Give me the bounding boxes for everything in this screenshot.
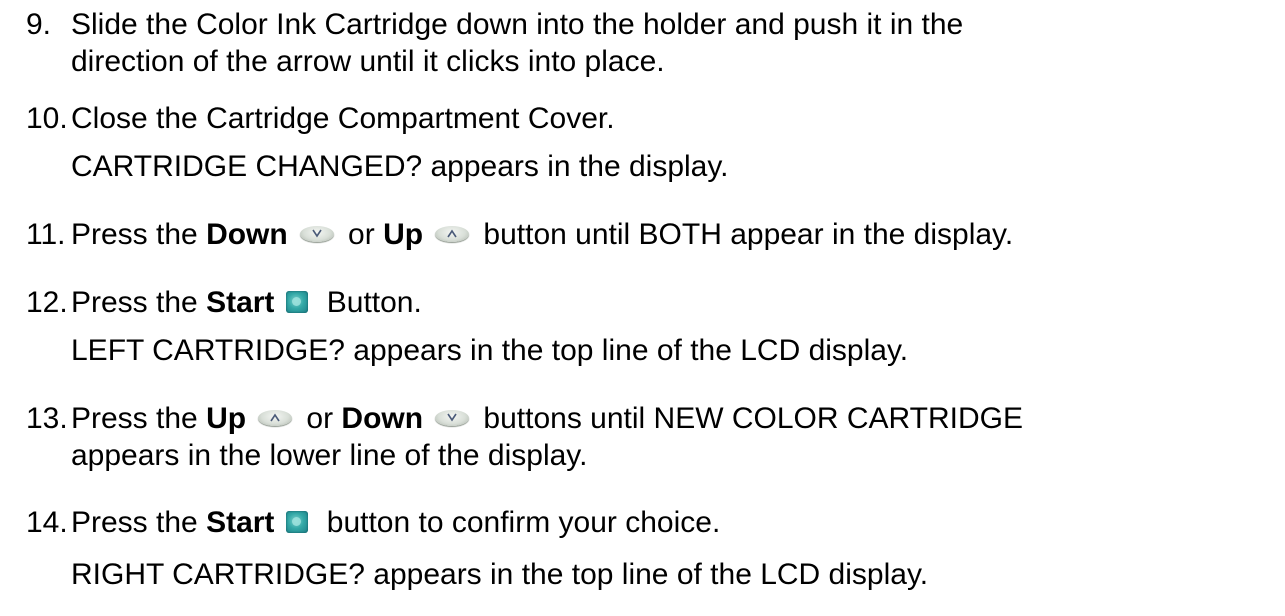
step-text: Close the Cartridge Compartment Cover.: [71, 102, 615, 135]
step-text: Press the Down or Up button until BOTH a…: [71, 216, 1275, 253]
step-number: 10.: [26, 102, 68, 135]
step-text-line: direction of the arrow until it clicks i…: [71, 45, 665, 78]
start-button-icon: [286, 511, 309, 534]
step-text-pre: Press the: [71, 506, 207, 539]
down-arrow-button-icon: [435, 410, 470, 427]
up-arrow-button-icon: [435, 226, 470, 243]
up-arrow-button-icon: [258, 410, 293, 427]
step-11: 11. Press the Down or Up button until BO…: [26, 216, 1275, 253]
up-label: Up: [206, 402, 247, 435]
step-number: 9.: [26, 8, 52, 41]
step-text-pre: Press the: [71, 286, 207, 319]
start-label: Start: [206, 506, 275, 539]
down-arrow-button-icon: [299, 226, 334, 243]
step-text: Press the Up or Down buttons until NEW C…: [71, 400, 1275, 437]
step-text-pre: Press the: [71, 402, 207, 435]
step-text: Press the Start button to confirm your c…: [71, 504, 1275, 541]
step-13: 13. Press the Up or Down buttons until N…: [26, 400, 1275, 474]
down-label: Down: [206, 218, 288, 251]
down-label: Down: [341, 402, 424, 435]
step-text-post: button until BOTH appear in the display.: [475, 218, 1014, 251]
start-button-icon: [286, 291, 309, 314]
step-10: 10. Close the Cartridge Compartment Cove…: [26, 100, 1275, 137]
step-number: 13.: [26, 402, 68, 435]
step-text-line: appears in the lower line of the display…: [71, 439, 588, 472]
step-14-note: RIGHT CARTRIDGE? appears in the top line…: [71, 558, 929, 591]
up-label: Up: [383, 218, 424, 251]
step-14: 14. Press the Start button to confirm yo…: [26, 504, 1275, 541]
step-text-post: button to confirm your choice.: [318, 506, 721, 539]
step-text-mid: or: [339, 218, 384, 251]
step-number: 14.: [26, 506, 68, 539]
step-text-pre: Press the: [71, 218, 207, 251]
step-number: 12.: [26, 286, 68, 319]
step-number: 11.: [26, 218, 66, 251]
step-text: Press the Start Button.: [71, 284, 1275, 321]
step-12: 12. Press the Start Button.: [26, 284, 1275, 321]
start-label: Start: [206, 286, 275, 319]
step-text-mid: or: [298, 402, 342, 435]
step-text-post: buttons until NEW COLOR CARTRIDGE: [475, 402, 1024, 435]
step-12-note: LEFT CARTRIDGE? appears in the top line …: [71, 334, 909, 367]
step-text-line: Slide the Color Ink Cartridge down into …: [71, 8, 964, 41]
step-9: 9. Slide the Color Ink Cartridge down in…: [26, 6, 1275, 80]
step-10-note: CARTRIDGE CHANGED? appears in the displa…: [71, 150, 729, 183]
step-text-post: Button.: [318, 286, 422, 319]
